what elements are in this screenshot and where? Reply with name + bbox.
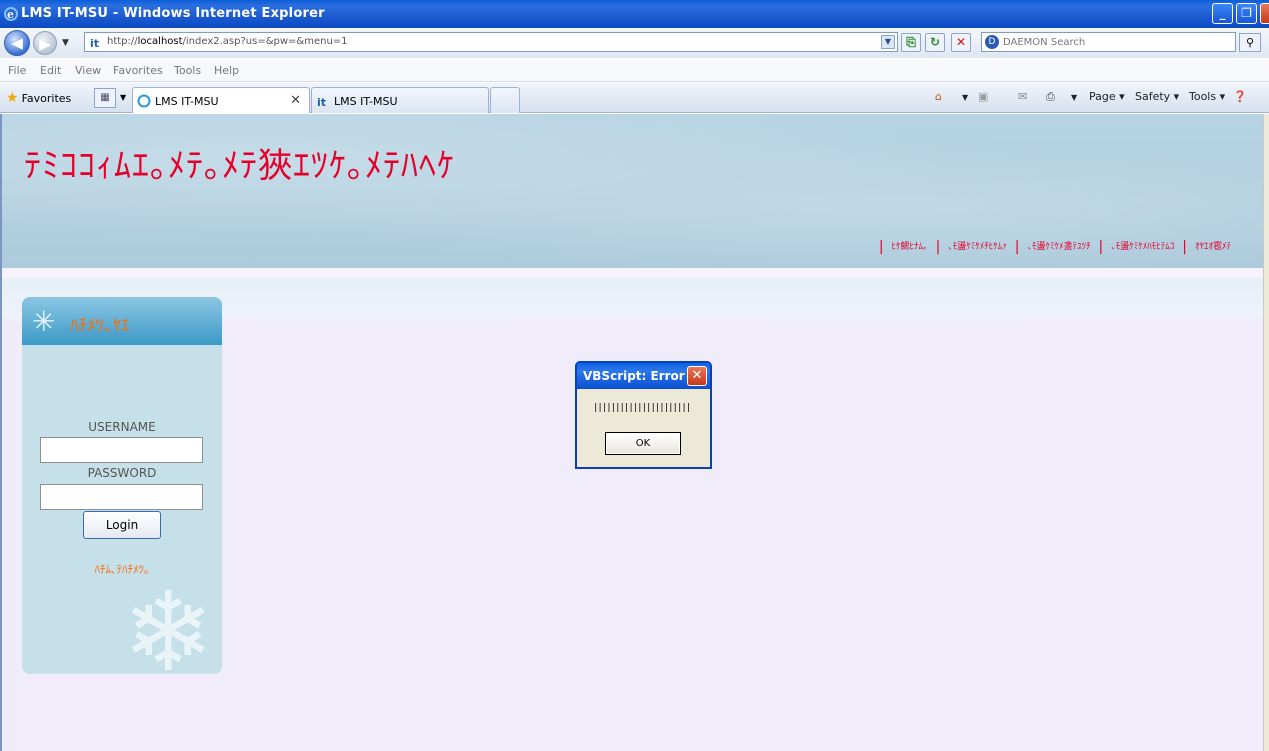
tab-lms-active[interactable]: LMS IT-MSU ✕ xyxy=(132,87,310,113)
tools-menu-button[interactable]: Tools ▾ xyxy=(1189,90,1225,103)
tab-bar: ★ Favorites ▦ ▼ LMS IT-MSU ✕ it LMS IT-MS… xyxy=(0,83,1269,113)
internet-explorer-icon: e xyxy=(4,7,18,21)
print-dropdown-icon[interactable]: ▼ xyxy=(1071,93,1077,102)
username-input[interactable] xyxy=(40,437,203,463)
menu-bar: File Edit View Favorites Tools Help xyxy=(0,60,1269,82)
password-label: PASSWORD xyxy=(87,466,157,480)
menu-help[interactable]: Help xyxy=(214,64,239,77)
login-panel: ✳ ﾊﾁﾒﾂ､ﾔｴ USERNAME PASSWORD Login ﾊﾁﾑ､ﾃﾊ… xyxy=(22,297,222,674)
back-button[interactable]: ◀ xyxy=(4,30,30,56)
address-toolbar: ◀ ▶ ▼ it http://localhost/index2.asp?us=… xyxy=(0,28,1269,58)
print-icon[interactable]: ⎙ xyxy=(1046,90,1055,104)
compatibility-view-icon[interactable]: ⎘ xyxy=(901,33,921,52)
window-titlebar: e LMS IT-MSU - Windows Internet Explorer… xyxy=(0,0,1269,28)
url-text[interactable]: http://localhost/index2.asp?us=&pw=&menu… xyxy=(107,36,348,47)
refresh-icon[interactable]: ↻ xyxy=(925,33,945,52)
tab-label: LMS IT-MSU xyxy=(155,95,219,108)
menu-edit[interactable]: Edit xyxy=(40,64,61,77)
tab-label: LMS IT-MSU xyxy=(334,95,398,108)
search-box[interactable]: D DAEMON Search xyxy=(981,32,1236,52)
banner-strip xyxy=(2,268,1263,278)
tab-list-dropdown-icon[interactable]: ▼ xyxy=(120,93,126,102)
close-window-button[interactable] xyxy=(1260,3,1269,24)
favorites-button[interactable]: ★ Favorites xyxy=(6,90,71,106)
login-panel-title: ﾊﾁﾒﾂ､ﾔｴ xyxy=(70,316,130,336)
menu-file[interactable]: File xyxy=(8,64,26,77)
menu-tools[interactable]: Tools xyxy=(174,64,201,77)
favorites-label: Favorites xyxy=(21,92,72,105)
site-favicon: it xyxy=(90,36,102,49)
loading-icon xyxy=(137,94,151,108)
nav-link-5[interactable]: ｵﾔｴｵ雹ﾒﾃ xyxy=(1195,239,1231,255)
username-label: USERNAME xyxy=(88,420,156,434)
nav-separator: | xyxy=(1014,239,1020,255)
dialog-titlebar: VBScript: Error ✕ xyxy=(577,363,710,389)
dialog-ok-button[interactable]: OK xyxy=(605,432,681,455)
site-favicon: it xyxy=(317,96,326,108)
nav-separator: | xyxy=(878,239,884,255)
help-icon[interactable]: ❓ xyxy=(1233,90,1247,103)
stop-icon[interactable]: ✕ xyxy=(951,33,971,52)
menu-favorites[interactable]: Favorites xyxy=(113,64,163,77)
snowflake-icon: ✳ xyxy=(32,305,56,338)
menu-view[interactable]: View xyxy=(75,64,101,77)
password-input[interactable] xyxy=(40,484,203,510)
safety-menu-button[interactable]: Safety ▾ xyxy=(1135,90,1179,103)
minimize-button[interactable]: _ xyxy=(1212,3,1233,24)
snowflake-decoration-icon: ❄ xyxy=(122,568,215,674)
quick-tabs-icon[interactable]: ▦ xyxy=(94,88,116,108)
nav-link-3[interactable]: ､ﾓ盪ｹﾐｹﾒ盞ﾃﾕﾂﾁ xyxy=(1028,239,1091,255)
site-title: ﾃﾐｺｺｨﾑｴ｡ﾒﾃ｡ﾒﾃ狹ｴﾂｹ｡ﾒﾃﾊﾍｹ xyxy=(24,146,455,186)
search-icon[interactable]: ⚲ xyxy=(1239,33,1261,52)
dialog-message: |||||||||||||||||||||| xyxy=(593,403,691,413)
login-button[interactable]: Login xyxy=(83,511,161,539)
svg-text:e: e xyxy=(7,8,14,21)
page-menu-button[interactable]: Page ▾ xyxy=(1089,90,1125,103)
dialog-close-button[interactable]: ✕ xyxy=(687,366,707,386)
close-tab-icon[interactable]: ✕ xyxy=(290,93,301,108)
nav-separator: | xyxy=(1098,239,1104,255)
top-navigation: | ﾋｹ鰓ﾋﾅﾑ｡ | ､ﾓ盪ｹﾐｹﾒﾁﾋｹﾑｧ | ､ﾓ盪ｹﾐｹﾒ盞ﾃﾕﾂﾁ | ､ﾓ… xyxy=(871,239,1231,255)
dialog-title: VBScript: Error xyxy=(583,369,685,383)
mail-icon[interactable]: ✉ xyxy=(1018,90,1027,103)
error-dialog: VBScript: Error ✕ ||||||||||||||||||||||… xyxy=(575,361,712,469)
window-title: LMS IT-MSU - Windows Internet Explorer xyxy=(21,6,325,21)
site-banner: ﾃﾐｺｺｨﾑｴ｡ﾒﾃ｡ﾒﾃ狹ｴﾂｹ｡ﾒﾃﾊﾍｹ | ﾋｹ鰓ﾋﾅﾑ｡ | ､ﾓ盪ｹﾐｹ… xyxy=(2,114,1263,268)
maximize-button[interactable]: ❐ xyxy=(1236,3,1257,24)
search-input[interactable]: DAEMON Search xyxy=(1003,37,1085,48)
nav-link-1[interactable]: ﾋｹ鰓ﾋﾅﾑ｡ xyxy=(892,239,928,255)
tab-lms[interactable]: it LMS IT-MSU xyxy=(311,87,489,113)
svg-text:it: it xyxy=(90,37,99,49)
vertical-scrollbar[interactable] xyxy=(1263,114,1269,751)
nav-link-4[interactable]: ､ﾓ盪ｹﾐｹﾒﾊﾓﾋﾃﾑｺ xyxy=(1111,239,1174,255)
nav-link-2[interactable]: ､ﾓ盪ｹﾐｹﾒﾁﾋｹﾑｧ xyxy=(948,239,1007,255)
feeds-icon[interactable]: ▣ xyxy=(978,90,988,103)
forward-button[interactable]: ▶ xyxy=(33,31,57,55)
home-dropdown-icon[interactable]: ▼ xyxy=(962,93,968,102)
nav-separator: | xyxy=(1182,239,1187,255)
address-dropdown-icon[interactable]: ▼ xyxy=(881,35,895,49)
star-icon: ★ xyxy=(6,90,19,106)
svg-text:it: it xyxy=(317,96,326,108)
search-provider-icon: D xyxy=(985,35,999,49)
home-icon[interactable]: ⌂ xyxy=(935,90,942,103)
history-dropdown-icon[interactable]: ▼ xyxy=(62,38,69,48)
nav-separator: | xyxy=(935,239,941,255)
new-tab-button[interactable] xyxy=(490,87,520,113)
address-bar[interactable]: it http://localhost/index2.asp?us=&pw=&m… xyxy=(84,32,898,52)
